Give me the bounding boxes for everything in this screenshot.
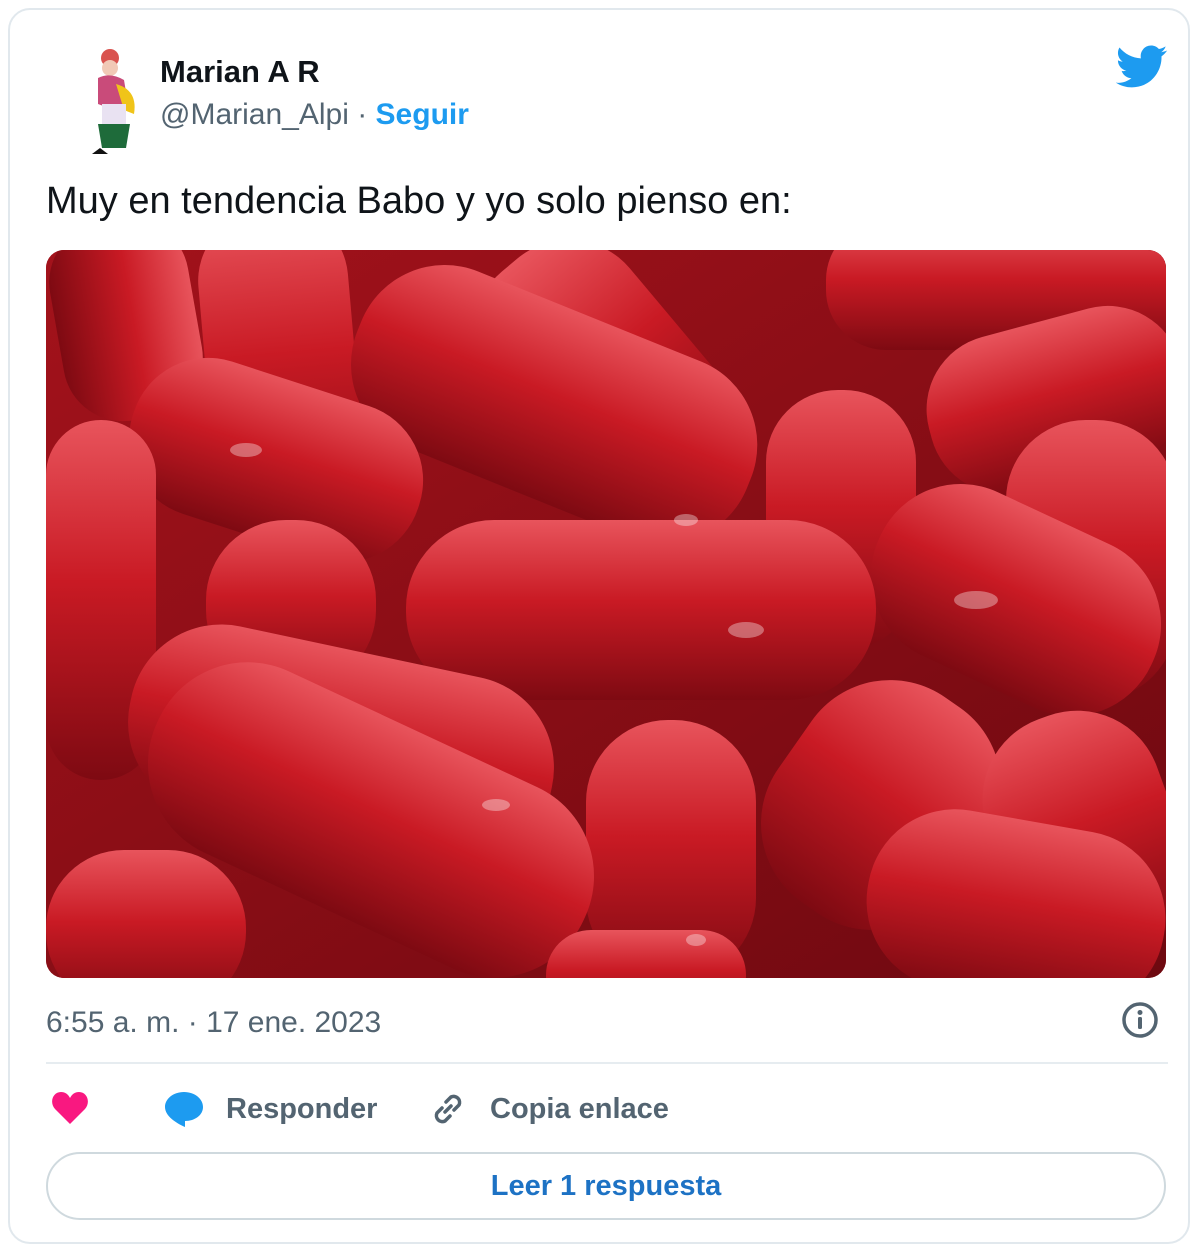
like-button[interactable] — [50, 1090, 90, 1126]
avatar[interactable] — [72, 44, 154, 156]
tweet-text: Muy en tendencia Babo y yo solo pienso e… — [46, 180, 792, 222]
copy-link-label: Copia enlace — [490, 1092, 669, 1125]
tweet-media-image[interactable] — [46, 250, 1166, 978]
link-icon — [434, 1094, 462, 1124]
read-replies-button[interactable]: Leer 1 respuesta — [46, 1152, 1166, 1220]
copy-link-button[interactable]: Copia enlace — [428, 1090, 669, 1128]
reply-button[interactable]: Responder — [164, 1090, 377, 1128]
divider — [46, 1062, 1168, 1064]
tweet-timestamp[interactable]: 6:55 a. m. · 17 ene. 2023 — [46, 1006, 381, 1040]
author-handle-row: @Marian_Alpi · Seguir — [160, 98, 469, 132]
tweet-card: Marian A R @Marian_Alpi · Seguir Muy en … — [8, 8, 1190, 1244]
author-handle[interactable]: @Marian_Alpi — [160, 98, 349, 131]
speech-bubble-icon — [165, 1092, 203, 1127]
reply-label: Responder — [226, 1092, 378, 1125]
follow-button[interactable]: Seguir — [376, 98, 469, 131]
heart-icon — [52, 1092, 88, 1124]
info-icon[interactable] — [1120, 1000, 1160, 1040]
twitter-bird-icon[interactable] — [1116, 44, 1168, 90]
handle-separator: · — [348, 98, 376, 131]
author-name[interactable]: Marian A R — [160, 54, 320, 90]
read-replies-label: Leer 1 respuesta — [490, 1169, 722, 1202]
